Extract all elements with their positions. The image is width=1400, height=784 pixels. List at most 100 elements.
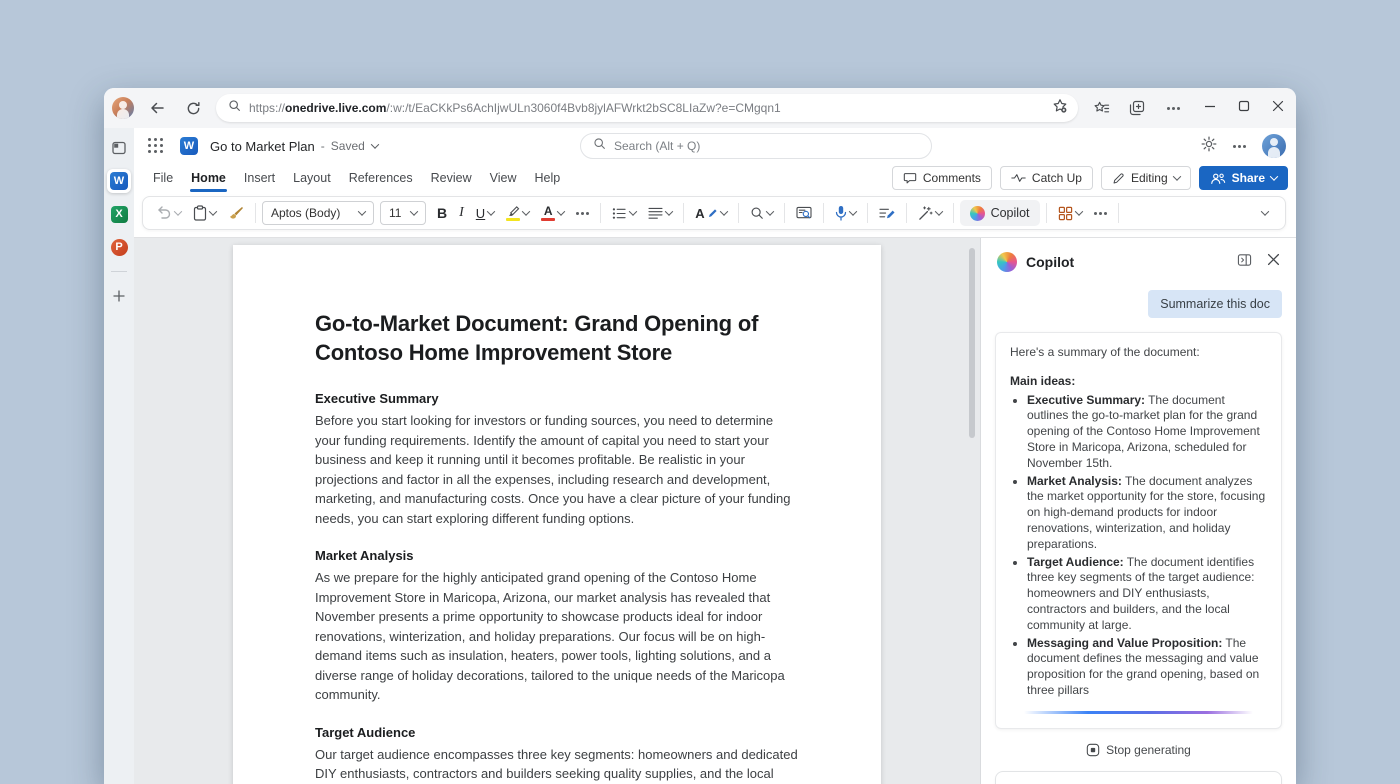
tab-review[interactable]: Review (422, 167, 481, 189)
styles-button[interactable]: A (690, 202, 731, 225)
underline-button[interactable]: U (471, 202, 499, 225)
browser-more-icon[interactable] (1160, 95, 1186, 121)
magic-wand-icon (918, 205, 933, 220)
format-painter-button[interactable] (223, 202, 249, 225)
settings-gear-icon[interactable] (1201, 136, 1217, 157)
bullets-button[interactable] (607, 203, 641, 224)
pulse-icon (1011, 174, 1026, 182)
app-header: W Go to Market Plan - Saved (134, 128, 1296, 164)
dock-panel-icon[interactable] (1237, 253, 1252, 272)
chevron-down-icon (173, 207, 183, 216)
summary-bullet: Market Analysis:The document analyzes th… (1027, 474, 1267, 553)
immersive-reader-button[interactable] (791, 202, 817, 224)
search-input[interactable] (614, 139, 919, 153)
url-text: https://onedrive.live.com/:w:/t/EaCKkPs6… (249, 101, 781, 115)
refresh-button[interactable] (180, 95, 206, 121)
styles-letter: A (695, 205, 705, 221)
rail-add-button[interactable] (107, 284, 131, 308)
collapse-ribbon-button[interactable] (1257, 206, 1273, 220)
line-spacing-icon (648, 207, 663, 219)
saved-status[interactable]: Saved (331, 139, 365, 153)
magnifier-icon (751, 207, 763, 219)
rail-item-powerpoint[interactable]: P (107, 235, 131, 259)
section-paragraph: Our target audience encompasses three ke… (315, 746, 798, 782)
summarize-doc-chip[interactable]: Summarize this doc (1148, 290, 1282, 318)
close-panel-icon[interactable] (1267, 253, 1280, 271)
catch-up-button[interactable]: Catch Up (999, 166, 1093, 190)
rail-item-excel[interactable]: X (107, 202, 131, 226)
chevron-down-icon (628, 207, 638, 216)
app-launcher-icon[interactable] (148, 138, 164, 154)
chevron-down-icon (1269, 172, 1279, 181)
tab-help[interactable]: Help (526, 167, 570, 189)
collections-icon[interactable] (1124, 95, 1150, 121)
tab-view[interactable]: View (481, 167, 526, 189)
favorites-icon[interactable] (1088, 95, 1114, 121)
pencil-icon (1113, 172, 1124, 183)
stop-icon (1086, 743, 1100, 756)
font-color-button[interactable]: A (536, 202, 569, 225)
line-spacing-button[interactable] (643, 203, 677, 224)
rail-item-word[interactable]: W (107, 169, 131, 193)
comment-icon (903, 173, 917, 184)
document-page[interactable]: Go-to-Market Document: Grand Opening of … (233, 245, 881, 784)
editor-button[interactable] (874, 202, 900, 225)
back-button[interactable] (144, 95, 170, 121)
bold-button[interactable]: B (432, 201, 452, 225)
font-more-button[interactable] (571, 208, 594, 219)
highlighter-icon (506, 205, 521, 221)
undo-button[interactable] (151, 202, 186, 224)
minimize-button[interactable] (1204, 99, 1216, 117)
italic-button[interactable]: I (454, 201, 469, 225)
font-name-select[interactable]: Aptos (Body) (262, 201, 374, 225)
find-button[interactable] (745, 202, 778, 224)
document-scrollbar[interactable] (969, 248, 975, 438)
browser-profile-avatar[interactable] (112, 97, 134, 119)
dictate-button[interactable] (830, 201, 861, 225)
document-canvas[interactable]: Go-to-Market Document: Grand Opening of … (134, 238, 980, 784)
tab-file[interactable]: File (144, 167, 182, 189)
search-icon (593, 137, 606, 155)
copilot-button[interactable]: Copilot (959, 200, 1040, 226)
style-pen-icon (708, 209, 717, 217)
generating-progress-bar (1024, 710, 1253, 714)
highlight-button[interactable] (501, 202, 534, 225)
undo-icon (158, 206, 171, 219)
saved-separator: - (320, 139, 325, 153)
search-box[interactable] (580, 133, 932, 159)
rewrite-button[interactable] (913, 202, 947, 225)
chevron-down-icon (719, 207, 728, 216)
main-ideas-heading: Main ideas: (1010, 373, 1076, 388)
document-title: Go-to-Market Document: Grand Opening of … (315, 311, 759, 365)
chevron-down-icon (1074, 207, 1083, 216)
maximize-button[interactable] (1238, 99, 1250, 117)
word-logo: W (180, 137, 198, 155)
close-button[interactable] (1272, 99, 1284, 117)
header-more-icon[interactable] (1233, 144, 1246, 148)
ribbon-more-button[interactable] (1089, 208, 1112, 219)
clipboard-icon (193, 205, 207, 221)
saved-chevron-icon[interactable] (370, 140, 380, 149)
copilot-input-box[interactable]: Describe what you'd like to do or use / … (995, 770, 1282, 784)
stop-generating-button[interactable]: Stop generating (1078, 740, 1199, 760)
summary-bullet: Messaging and Value Proposition:The docu… (1027, 636, 1267, 699)
paste-button[interactable] (188, 201, 221, 225)
designer-button[interactable] (1053, 202, 1087, 225)
comments-button[interactable]: Comments (891, 166, 992, 190)
chevron-down-icon (664, 207, 674, 216)
browser-window: https://onedrive.live.com/:w:/t/EaCKkPs6… (104, 88, 1296, 784)
sidebar-toggle-icon[interactable] (107, 136, 131, 160)
tab-home[interactable]: Home (182, 167, 235, 192)
share-button[interactable]: Share (1198, 166, 1288, 190)
editing-mode-button[interactable]: Editing (1100, 166, 1191, 190)
document-name[interactable]: Go to Market Plan (210, 139, 315, 154)
account-avatar[interactable] (1262, 134, 1286, 158)
chevron-down-icon (1260, 207, 1270, 216)
tab-layout[interactable]: Layout (284, 167, 340, 189)
add-favorite-icon[interactable] (1052, 98, 1068, 119)
tab-insert[interactable]: Insert (235, 167, 284, 189)
tab-references[interactable]: References (340, 167, 422, 189)
window-controls (1204, 99, 1284, 117)
address-bar[interactable]: https://onedrive.live.com/:w:/t/EaCKkPs6… (216, 94, 1078, 122)
font-size-select[interactable]: 11 (380, 201, 426, 225)
